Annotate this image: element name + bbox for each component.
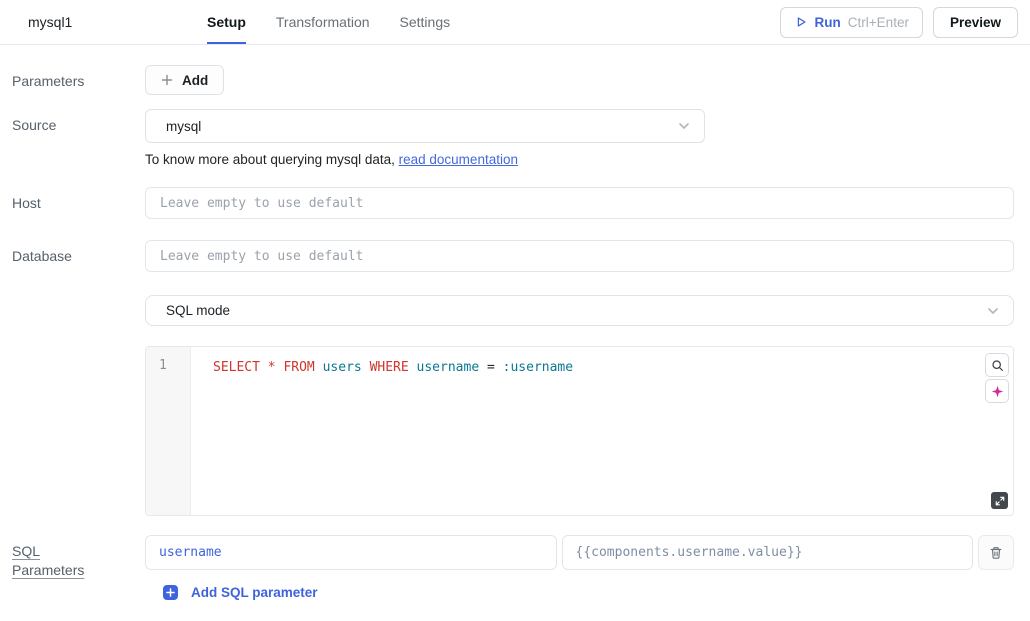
add-sql-parameter-button[interactable]: Add SQL parameter bbox=[163, 585, 318, 600]
source-help-prefix: To know more about querying mysql data, bbox=[145, 152, 399, 167]
form-row-host: Host bbox=[12, 187, 1014, 219]
run-button[interactable]: Run Ctrl+Enter bbox=[780, 7, 923, 38]
tab-settings[interactable]: Settings bbox=[400, 0, 451, 44]
sql-parameter-value-input[interactable] bbox=[562, 535, 974, 570]
add-parameter-button[interactable]: Add bbox=[145, 65, 224, 95]
database-input[interactable] bbox=[145, 240, 1014, 272]
editor-search-button[interactable] bbox=[985, 353, 1009, 377]
form-row-mode: SQL mode bbox=[12, 295, 1014, 326]
play-icon bbox=[794, 15, 808, 29]
chevron-down-icon bbox=[985, 303, 1001, 319]
source-select[interactable]: mysql bbox=[145, 109, 705, 143]
tab-bar: Setup Transformation Settings bbox=[207, 0, 450, 44]
header-actions: Run Ctrl+Enter Preview bbox=[780, 0, 1018, 44]
editor-label-spacer bbox=[12, 346, 145, 353]
query-header: mysql1 Setup Transformation Settings Run… bbox=[0, 0, 1030, 45]
search-icon bbox=[991, 359, 1004, 372]
query-title: mysql1 bbox=[28, 0, 177, 44]
tab-setup[interactable]: Setup bbox=[207, 0, 246, 44]
sql-parameter-key-input[interactable] bbox=[145, 535, 557, 570]
editor-gutter: 1 bbox=[146, 347, 191, 515]
chevron-down-icon bbox=[676, 118, 692, 134]
form-row-editor: 1 SELECT * FROM users WHERE username = :… bbox=[12, 346, 1014, 516]
mode-label-spacer bbox=[12, 295, 145, 302]
add-sql-parameter-label: Add SQL parameter bbox=[191, 585, 318, 600]
line-number: 1 bbox=[159, 358, 190, 373]
sparkle-icon bbox=[991, 385, 1004, 398]
source-label: Source bbox=[12, 109, 145, 135]
source-help-text: To know more about querying mysql data, … bbox=[145, 152, 1014, 167]
form-row-sql-parameters: SQL Parameters Add SQL parameter bbox=[12, 535, 1014, 600]
host-input[interactable] bbox=[145, 187, 1014, 219]
host-label: Host bbox=[12, 187, 145, 213]
editor-expand-button[interactable] bbox=[991, 492, 1008, 509]
trash-icon bbox=[989, 546, 1003, 560]
code-line: SELECT * FROM users WHERE username = :us… bbox=[213, 358, 973, 377]
parameters-label: Parameters bbox=[12, 65, 145, 91]
sql-parameters-label: SQL Parameters bbox=[12, 535, 92, 580]
tab-transformation[interactable]: Transformation bbox=[276, 0, 370, 44]
editor-code-area[interactable]: SELECT * FROM users WHERE username = :us… bbox=[191, 347, 1013, 515]
run-shortcut: Ctrl+Enter bbox=[848, 15, 909, 30]
expand-icon bbox=[995, 496, 1005, 506]
delete-parameter-button[interactable] bbox=[978, 535, 1014, 570]
form-row-parameters: Parameters Add bbox=[12, 65, 1014, 95]
sql-code-editor: 1 SELECT * FROM users WHERE username = :… bbox=[145, 346, 1014, 516]
source-selected-value: mysql bbox=[166, 119, 201, 134]
editor-ai-button[interactable] bbox=[985, 379, 1009, 403]
sql-mode-select[interactable]: SQL mode bbox=[145, 295, 1014, 326]
read-documentation-link[interactable]: read documentation bbox=[399, 152, 518, 167]
setup-form: Parameters Add Source mysql bbox=[0, 45, 1030, 600]
database-label: Database bbox=[12, 240, 145, 266]
sql-parameter-row bbox=[145, 535, 1014, 570]
plus-icon bbox=[161, 74, 173, 86]
sql-mode-selected-value: SQL mode bbox=[166, 303, 230, 318]
preview-button[interactable]: Preview bbox=[933, 7, 1018, 38]
add-parameter-label: Add bbox=[182, 73, 208, 88]
query-editor-panel: mysql1 Setup Transformation Settings Run… bbox=[0, 0, 1030, 600]
form-row-source: Source mysql To know more about querying… bbox=[12, 109, 1014, 167]
form-row-database: Database bbox=[12, 240, 1014, 272]
run-button-label: Run bbox=[815, 15, 841, 30]
plus-square-icon bbox=[163, 585, 178, 600]
